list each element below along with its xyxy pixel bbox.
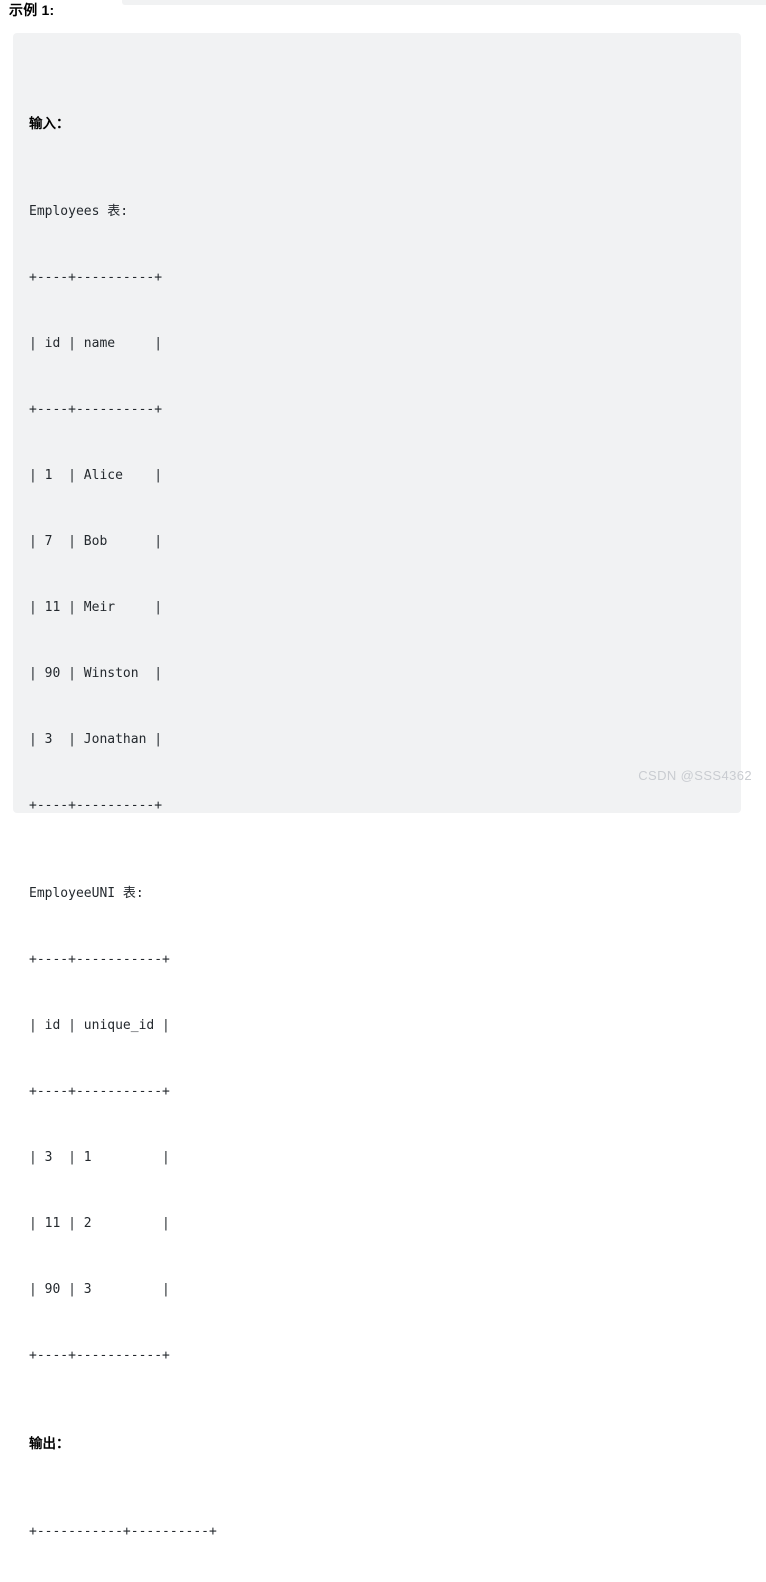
watermark: CSDN @SSS4362 — [638, 768, 752, 783]
previous-code-block-edge — [122, 0, 766, 5]
table-row: | 3 | 1 | — [29, 1150, 170, 1165]
page-title: 示例 1: — [9, 2, 55, 18]
table-row: | 11 | Meir | — [29, 600, 163, 615]
table-row: | 7 | Bob | — [29, 534, 163, 549]
table-row: | 3 | Jonathan | — [29, 732, 163, 747]
table-row: | 1 | Alice | — [29, 468, 163, 483]
employeeuni-table-caption: EmployeeUNI 表: — [29, 886, 144, 901]
employees-table-header: | id | name | — [29, 336, 163, 351]
code-block-content: 输入： Employees 表: +----+----------+ | id … — [29, 47, 725, 1582]
employeeuni-table-header-border: +----+-----------+ — [29, 1084, 170, 1099]
input-label: 输入： — [29, 116, 70, 131]
employees-table-bottom-border: +----+----------+ — [29, 798, 163, 813]
employeeuni-table-top-border: +----+-----------+ — [29, 952, 170, 967]
employees-table-top-border: +----+----------+ — [29, 270, 163, 285]
table-row: | 90 | Winston | — [29, 666, 163, 681]
output-label: 输出： — [29, 1436, 70, 1451]
output-table-top-border: +-----------+----------+ — [29, 1524, 217, 1539]
employees-table-caption: Employees 表: — [29, 204, 129, 219]
table-row: | 11 | 2 | — [29, 1216, 170, 1231]
example-code-block: 输入： Employees 表: +----+----------+ | id … — [13, 33, 741, 1539]
employeeuni-table-header: | id | unique_id | — [29, 1018, 170, 1033]
employeeuni-table-bottom-border: +----+-----------+ — [29, 1348, 170, 1363]
table-row: | 90 | 3 | — [29, 1282, 170, 1297]
employees-table-header-border: +----+----------+ — [29, 402, 163, 417]
